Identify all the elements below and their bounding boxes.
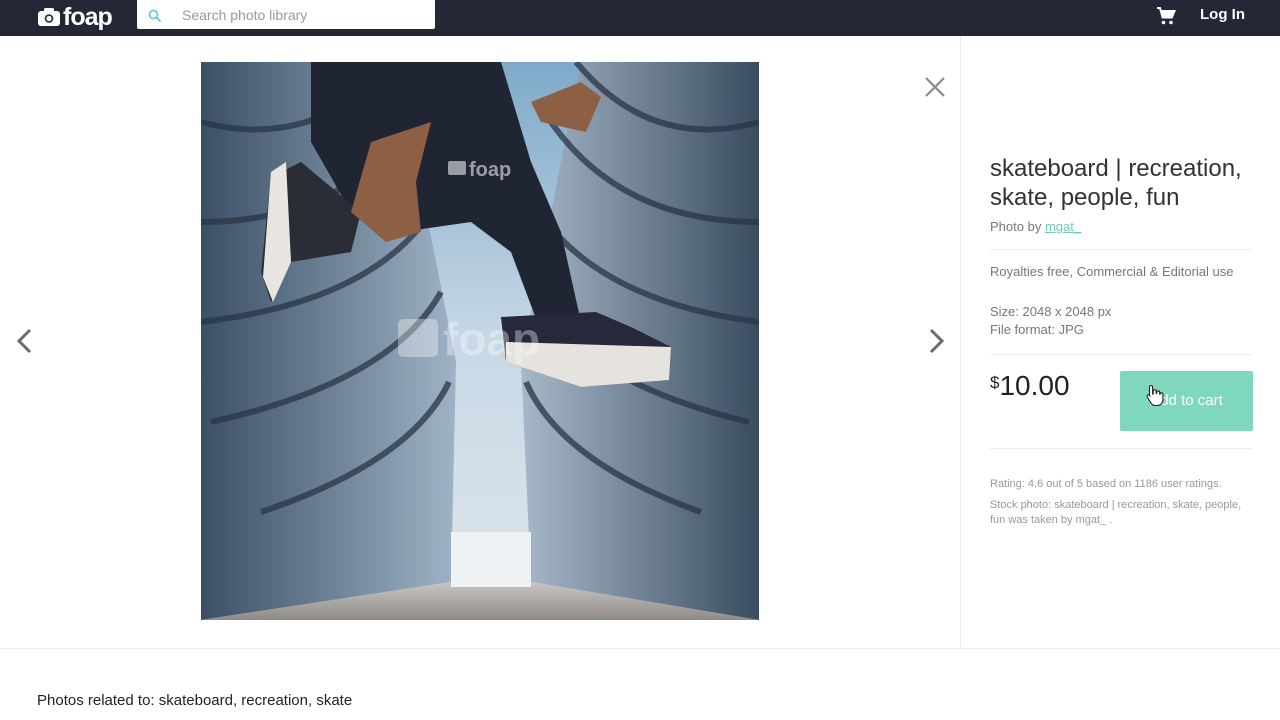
license-info: Royalties free, Commercial & Editorial u… <box>990 264 1234 279</box>
logo-text: foap <box>63 2 113 31</box>
size-info: Size: 2048 x 2048 px <box>990 304 1112 319</box>
rating-text: Rating: 4.6 out of 5 based on 1186 user … <box>990 478 1222 490</box>
chevron-left-icon[interactable] <box>13 326 37 356</box>
price-amount: 10.00 <box>999 370 1070 401</box>
cart-icon[interactable] <box>1156 6 1176 26</box>
camera-icon <box>38 8 60 26</box>
divider <box>990 354 1252 355</box>
close-icon[interactable] <box>922 74 948 100</box>
divider <box>990 448 1252 449</box>
divider <box>990 249 1252 250</box>
stock-photo-description: Stock photo: skateboard | recreation, sk… <box>990 499 1242 526</box>
price: $10.00 <box>990 370 1070 402</box>
price-currency: $ <box>990 373 1000 392</box>
login-link[interactable]: Log In <box>1200 6 1245 23</box>
author-link[interactable]: mgat_ <box>1045 219 1081 234</box>
search-icon <box>148 9 162 23</box>
photo-watermark-large: foap <box>443 313 540 365</box>
photo-title: skateboard | recreation, skate, people, … <box>990 155 1242 211</box>
search-input[interactable] <box>182 0 427 29</box>
file-format-info: File format: JPG <box>990 322 1084 337</box>
photo-image: foap foap <box>201 62 759 620</box>
top-navigation-bar: foap Log In <box>0 0 1280 36</box>
add-to-cart-button[interactable]: Add to cart <box>1120 371 1253 431</box>
section-divider <box>0 648 1280 649</box>
foap-logo[interactable]: foap <box>38 2 113 31</box>
search-bar <box>137 0 435 29</box>
photo-byline: Photo by mgat_ <box>990 219 1081 234</box>
panel-divider <box>960 36 961 648</box>
photo-watermark-small: foap <box>469 159 511 181</box>
chevron-right-icon[interactable] <box>924 326 948 356</box>
photo-by-label: Photo by <box>990 219 1042 234</box>
related-photos-heading: Photos related to: skateboard, recreatio… <box>37 692 353 709</box>
main-photo: foap foap <box>201 62 759 620</box>
